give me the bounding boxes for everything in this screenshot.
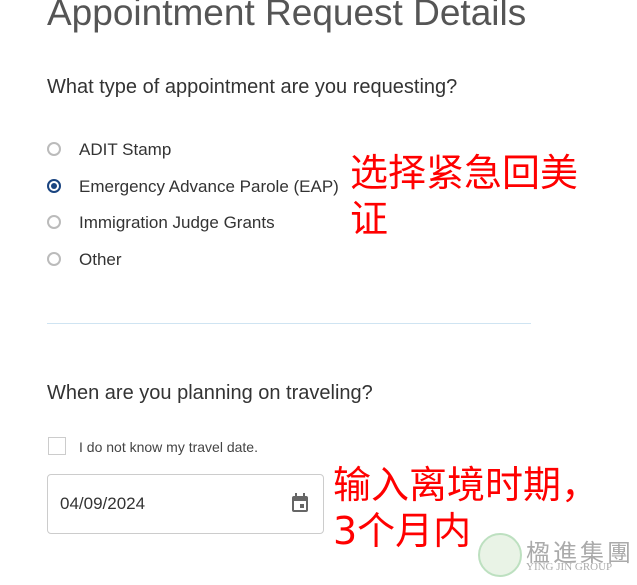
appointment-type-question: What type of appointment are you request… — [47, 76, 458, 98]
radio-adit-stamp[interactable] — [47, 142, 61, 156]
travel-date-input[interactable]: 04/09/2024 — [47, 474, 324, 534]
page-title: Appointment Request Details — [47, 0, 527, 33]
radio-label[interactable]: Emergency Advance Parole (EAP) — [79, 177, 339, 197]
radio-eap[interactable] — [47, 179, 61, 193]
unknown-date-checkbox[interactable] — [48, 437, 66, 455]
watermark-logo-icon — [478, 533, 522, 577]
radio-label[interactable]: Other — [79, 250, 122, 270]
radio-immigration-judge[interactable] — [47, 215, 61, 229]
annotation-select-eap: 选择紧急回美证 — [350, 151, 579, 241]
watermark-en: YING JIN GROUP — [526, 561, 613, 573]
calendar-icon[interactable] — [291, 493, 309, 513]
divider — [47, 323, 531, 324]
radio-other[interactable] — [47, 252, 61, 266]
date-value: 04/09/2024 — [60, 494, 146, 513]
radio-label[interactable]: ADIT Stamp — [79, 140, 171, 160]
radio-label[interactable]: Immigration Judge Grants — [79, 213, 275, 233]
unknown-date-label[interactable]: I do not know my travel date. — [79, 439, 258, 455]
travel-question: When are you planning on traveling? — [47, 382, 373, 404]
